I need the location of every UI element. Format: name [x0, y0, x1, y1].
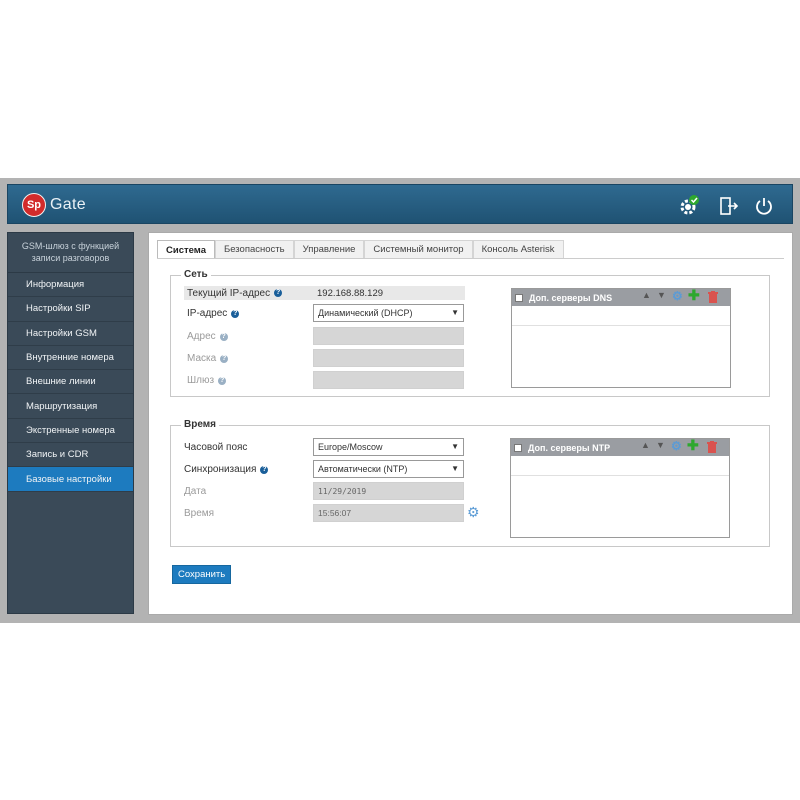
sidebar-item-routing[interactable]: Маршрутизация [8, 394, 133, 419]
date-label: Дата [184, 486, 207, 497]
network-fieldset: Сеть Текущий IP-адрес? 192.168.88.129 IP… [170, 269, 770, 397]
dns-servers-header: Доп. серверы DNS ▲ ▼ ⚙ ✚ [512, 287, 730, 306]
ntp-servers-row [511, 456, 729, 476]
date-input[interactable]: 11/29/2019 [313, 482, 464, 500]
sidebar-item-label: Внешние линии [26, 376, 96, 388]
ip-mode-label-text: IP-адрес [187, 308, 228, 319]
current-ip-value: 192.168.88.129 [317, 287, 384, 299]
sidebar-item-label: Информация [26, 279, 85, 291]
sidebar-item-recording[interactable]: Запись и CDR [8, 443, 133, 468]
mask-label: Маска? [187, 353, 229, 364]
help-icon[interactable]: ? [220, 354, 229, 363]
sidebar-item-emergency[interactable]: Экстренные номера [8, 419, 133, 444]
sidebar-item-basic-settings[interactable]: Базовые настройки [8, 467, 133, 492]
tab-management[interactable]: Управление [293, 240, 365, 258]
gateway-label: Шлюз? [187, 375, 227, 386]
ip-mode-select[interactable]: Динамический (DHCP) ▼ [313, 304, 464, 322]
address-label-text: Адрес [187, 331, 216, 342]
time-fieldset: Время Часовой пояс Europe/Moscow ▼ Синхр… [170, 419, 770, 547]
add-icon[interactable]: ✚ [687, 437, 699, 454]
sync-label-text: Синхронизация [184, 464, 257, 475]
save-button[interactable]: Сохранить [172, 565, 232, 584]
sidebar-item-label: Базовые настройки [26, 473, 112, 485]
main-content: Система Безопасность Управление Системны… [148, 232, 793, 615]
power-icon[interactable] [752, 194, 776, 218]
sync-label: Синхронизация? [184, 464, 269, 475]
help-icon[interactable]: ? [274, 289, 283, 297]
logout-icon[interactable] [716, 194, 740, 218]
sidebar-item-label: Маршрутизация [26, 400, 98, 412]
sidebar: GSM-шлюз с функцией записи разговоров Ин… [7, 232, 134, 614]
ntp-servers-title: Доп. серверы NTP [528, 442, 611, 453]
top-bar: Sp Gate [7, 184, 793, 224]
sidebar-item-label: Запись и CDR [26, 449, 89, 461]
settings-ok-icon[interactable] [677, 194, 701, 218]
current-ip-label-text: Текущий IP-адрес [187, 287, 271, 299]
move-down-icon[interactable]: ▼ [656, 440, 665, 450]
gear-icon[interactable]: ⚙ [671, 439, 682, 453]
current-ip-label: Текущий IP-адрес? [187, 286, 283, 300]
time-settings-gear-icon[interactable]: ⚙ [467, 504, 480, 521]
move-up-icon[interactable]: ▲ [641, 440, 650, 450]
ip-mode-value: Динамический (DHCP) [318, 308, 413, 318]
mask-label-text: Маска [187, 353, 217, 364]
dns-servers-row [512, 306, 730, 326]
delete-icon[interactable] [708, 291, 718, 305]
time-input[interactable]: 15:56:07 [313, 504, 464, 522]
dns-servers-box: Доп. серверы DNS ▲ ▼ ⚙ ✚ [511, 287, 731, 388]
ip-mode-label: IP-адрес? [187, 308, 240, 319]
ntp-select-all-checkbox[interactable] [514, 443, 522, 452]
sync-select[interactable]: Автоматически (NTP) ▼ [313, 460, 464, 478]
ntp-servers-header: Доп. серверы NTP ▲ ▼ ⚙ ✚ [511, 437, 729, 456]
sidebar-item-info[interactable]: Информация [8, 273, 133, 298]
sidebar-item-label: Экстренные номера [26, 424, 115, 436]
delete-icon[interactable] [707, 441, 717, 455]
tab-system[interactable]: Система [157, 240, 215, 259]
help-icon[interactable]: ? [260, 465, 269, 474]
time-label: Время [184, 508, 215, 519]
dns-select-all-checkbox[interactable] [515, 293, 523, 302]
tab-bar: Система Безопасность Управление Системны… [157, 240, 564, 259]
dropdown-arrow-icon: ▼ [451, 442, 459, 451]
sidebar-item-extensions[interactable]: Внутренние номера [8, 346, 133, 371]
sync-value: Автоматически (NTP) [318, 464, 408, 474]
help-icon[interactable]: ? [219, 332, 228, 341]
dns-servers-title: Доп. серверы DNS [529, 292, 613, 303]
sidebar-item-trunks[interactable]: Внешние линии [8, 370, 133, 395]
sidebar-item-label: Настройки SIP [26, 303, 91, 315]
mask-input[interactable] [313, 349, 464, 367]
sidebar-item-label: Настройки GSM [26, 327, 97, 339]
address-input[interactable] [313, 327, 464, 345]
network-legend: Сеть [181, 269, 211, 280]
time-legend: Время [181, 419, 219, 430]
logo-badge: Sp [22, 193, 46, 217]
tab-divider [157, 258, 784, 259]
logo: Sp Gate [22, 193, 86, 217]
sidebar-header: GSM-шлюз с функцией записи разговоров [8, 233, 133, 273]
help-icon[interactable]: ? [231, 309, 240, 318]
address-label: Адрес? [187, 331, 228, 342]
sidebar-item-sip[interactable]: Настройки SIP [8, 297, 133, 322]
sidebar-item-label: Внутренние номера [26, 352, 114, 364]
tab-security[interactable]: Безопасность [214, 240, 294, 258]
logo-text: Gate [50, 196, 86, 213]
move-down-icon[interactable]: ▼ [657, 290, 666, 300]
timezone-select[interactable]: Europe/Moscow ▼ [313, 438, 464, 456]
add-icon[interactable]: ✚ [688, 287, 700, 304]
app-frame: Sp Gate GSM-шлюз с функцией записи разго… [0, 178, 800, 623]
timezone-label: Часовой пояс [184, 442, 248, 453]
dropdown-arrow-icon: ▼ [451, 308, 459, 317]
tab-system-monitor[interactable]: Системный монитор [364, 240, 473, 258]
sidebar-item-gsm[interactable]: Настройки GSM [8, 322, 133, 346]
timezone-value: Europe/Moscow [318, 442, 383, 452]
dropdown-arrow-icon: ▼ [451, 464, 459, 473]
gear-icon[interactable]: ⚙ [672, 289, 683, 303]
help-icon[interactable]: ? [218, 376, 227, 385]
tab-asterisk-console[interactable]: Консоль Asterisk [472, 240, 564, 258]
gateway-input[interactable] [313, 371, 464, 389]
move-up-icon[interactable]: ▲ [642, 290, 651, 300]
gateway-label-text: Шлюз [187, 375, 215, 386]
ntp-servers-box: Доп. серверы NTP ▲ ▼ ⚙ ✚ [510, 437, 730, 538]
